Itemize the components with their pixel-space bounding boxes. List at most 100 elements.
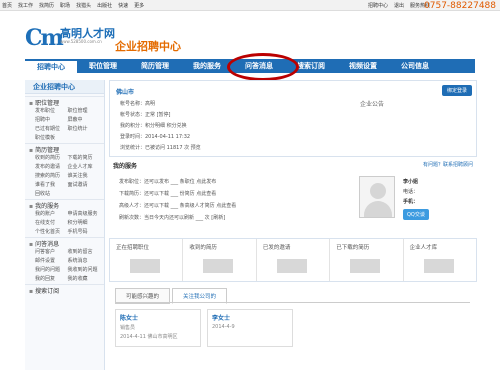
sidebar-item[interactable]: 个性化首页	[35, 228, 68, 235]
service-row-talent[interactable]: 高级人才：还可以下载 ___ 条高级人才简历 点此查看	[119, 202, 236, 209]
tab-resume-management[interactable]: 简历管理	[129, 59, 181, 73]
service-row-publish[interactable]: 发布职位：还可以发布 ___ 条职位 点此发布	[119, 178, 216, 185]
contact-consultant-link[interactable]: 有问题？联系招聘顾问	[423, 161, 473, 168]
sidebar-item[interactable]: 发布职位	[35, 107, 68, 114]
top-nav: 首页 找工作 找简历 职场 找猎头 出版社 快速 更多	[2, 2, 144, 9]
site-header: Cm 高明人才网 www.528500.com.cn 企业招聘中心	[0, 11, 500, 55]
sidebar-section-services[interactable]: 我的服务	[25, 199, 104, 210]
sidebar-item[interactable]: 收到的简历	[35, 154, 68, 161]
topnav-publisher[interactable]: 出版社	[97, 2, 112, 9]
sidebar-section-jobs[interactable]: 职位管理	[25, 96, 104, 107]
sidebar-section-subscribe[interactable]: 搜索订阅	[25, 284, 104, 295]
sidebar-item[interactable]: 职位管理	[68, 107, 101, 114]
sidebar-item[interactable]: 积分明细	[68, 219, 101, 226]
topnav-quick[interactable]: 快速	[118, 2, 128, 9]
sidebar-item[interactable]: 申请高级服务	[68, 210, 101, 217]
service-row-refresh[interactable]: 刷新次数：当日今天内还可以刷新 ___ 次 [刷新]	[119, 214, 225, 221]
follower-meta: 2014-4-11 佛山市高明区	[120, 334, 178, 340]
account-status-row: 帐号状态：正常 [暂停]	[120, 112, 171, 118]
company-city: 佛山市	[116, 89, 135, 96]
stat-label: 已发的邀请	[262, 245, 291, 251]
stat-label: 已下载的简历	[336, 245, 370, 251]
sidebar-item[interactable]: 屏蔽中	[68, 116, 101, 123]
stat-label: 收到的简历	[189, 245, 217, 251]
stat-downloaded[interactable]: 已下载的简历	[330, 239, 404, 281]
account-info-panel: 佛山市 绑定登录 帐号名称：高明 帐号状态：正常 [暂停] 我的积分：积分明细 …	[109, 80, 477, 157]
sidebar-item[interactable]: 在线支付	[35, 219, 68, 226]
follower-cards: 陈女士 销售员 2014-4-11 佛山市高明区 李女士 2014-4-9	[115, 302, 470, 362]
sidebar-item[interactable]: 职位模板	[35, 134, 68, 141]
topnav-resumes[interactable]: 找简历	[39, 2, 54, 9]
service-row-download[interactable]: 下载简历：还可以下载 ___ 份简历 点此查看	[119, 190, 216, 197]
follower-name[interactable]: 李女士	[212, 313, 288, 322]
sidebar-item[interactable]: 我的回复	[35, 275, 68, 282]
hotline-number: 0757-88227488	[424, 1, 496, 11]
account-name-row: 帐号名称：高明	[120, 101, 156, 107]
stat-value-blurred	[203, 259, 234, 273]
topnav-jobs[interactable]: 找工作	[18, 2, 33, 9]
avatar-head	[370, 183, 386, 199]
sidebar: 企业招聘中心 职位管理 发布职位 职位管理 招聘中 屏蔽中 已过有期位 职位统计…	[25, 80, 105, 370]
contact-name: 李小姐	[403, 179, 419, 185]
follower-card[interactable]: 陈女士 销售员 2014-4-11 佛山市高明区	[115, 309, 201, 347]
contact-phone: 电话：	[403, 189, 419, 195]
contact-mobile: 手机：	[403, 199, 419, 205]
sidebar-item[interactable]: 已过有期位	[35, 125, 68, 132]
follower-meta: 2014-4-9	[212, 324, 235, 330]
stat-talent-pool[interactable]: 企业人才库	[404, 239, 476, 281]
sidebar-item[interactable]: 下载的简历	[68, 154, 101, 161]
topnav-career[interactable]: 职场	[60, 2, 70, 9]
tab-recruit-center[interactable]: 招聘中心	[25, 59, 77, 73]
sidebar-item[interactable]: 谁关注我	[68, 172, 101, 179]
service-title: 我的服务	[113, 163, 138, 170]
sidebar-item[interactable]: 搜索的简历	[35, 172, 68, 179]
sidebar-item[interactable]: 收到的留言	[68, 248, 101, 255]
stat-label: 企业人才库	[409, 245, 438, 251]
sidebar-item[interactable]: 回收站	[35, 190, 68, 197]
sidebar-item[interactable]: 手机号码	[68, 228, 101, 235]
topnav-headhunter[interactable]: 找猎头	[76, 2, 91, 9]
sidebar-item[interactable]: 企业人才库	[68, 163, 101, 170]
sidebar-item[interactable]: 我的收藏	[68, 275, 101, 282]
sidebar-item[interactable]: 面试邀请	[68, 181, 101, 188]
tab-job-management[interactable]: 职位管理	[77, 59, 129, 73]
visit-stats-row: 浏览统计：已被访问 11817 次 预览	[120, 145, 201, 151]
tab-company-info[interactable]: 公司信息	[389, 59, 441, 73]
sidebar-section-qa[interactable]: 问答消息	[25, 237, 104, 248]
sidebar-item[interactable]: 谁看了我	[35, 181, 68, 188]
sidebar-item[interactable]: 邮件设置	[35, 257, 68, 264]
follower-name[interactable]: 陈女士	[120, 313, 196, 322]
stat-jobs[interactable]: 正在招聘职位	[110, 239, 184, 281]
bind-login-button[interactable]: 绑定登录	[441, 85, 472, 96]
topnav-home[interactable]: 首页	[2, 2, 12, 9]
company-notice-title: 企业公告	[360, 101, 385, 108]
sidebar-item[interactable]: 系统消息	[68, 257, 101, 264]
sidebar-item[interactable]: 职位统计	[68, 125, 101, 132]
login-time-row: 登录时间：2014-04-11 17:32	[120, 134, 191, 140]
sidebar-item[interactable]: 招聘中	[35, 116, 68, 123]
follower-card[interactable]: 李女士 2014-4-9	[207, 309, 293, 347]
sidebar-section-resumes[interactable]: 简历管理	[25, 143, 104, 154]
recruit-center-link[interactable]: 招聘中心	[368, 2, 388, 9]
sidebar-item[interactable]: 发布的邀请	[35, 163, 68, 170]
stat-value-blurred	[350, 259, 381, 273]
points-row[interactable]: 我的积分：积分明细 积分兑换	[120, 122, 187, 129]
stat-received[interactable]: 收到的简历	[183, 239, 257, 281]
sidebar-item[interactable]: 问答客户	[35, 248, 68, 255]
site-logo[interactable]: Cm	[25, 25, 64, 51]
logout-link[interactable]: 退出	[394, 2, 404, 9]
sidebar-item[interactable]: 我收到的问题	[68, 266, 101, 273]
topnav-more[interactable]: 更多	[134, 2, 144, 9]
sidebar-item[interactable]: 我的账户	[35, 210, 68, 217]
stat-invites[interactable]: 已发的邀请	[257, 239, 331, 281]
sidebar-item[interactable]: 我问的问题	[35, 266, 68, 273]
main-content: 佛山市 绑定登录 帐号名称：高明 帐号状态：正常 [暂停] 我的积分：积分明细 …	[109, 80, 477, 370]
stat-label: 正在招聘职位	[116, 245, 150, 251]
highlight-oval	[227, 53, 299, 81]
tab-video-settings[interactable]: 视频设置	[337, 59, 389, 73]
site-url: www.528500.com.cn	[60, 39, 102, 44]
stats-bar: 正在招聘职位 收到的简历 已发的邀请 已下载的简历 企业人才库	[109, 238, 477, 282]
tab-my-services[interactable]: 我的服务	[181, 59, 233, 73]
qq-chat-button[interactable]: QQ交谈	[403, 209, 429, 220]
top-right-links: 招聘中心 退出 服务热线	[368, 2, 430, 9]
